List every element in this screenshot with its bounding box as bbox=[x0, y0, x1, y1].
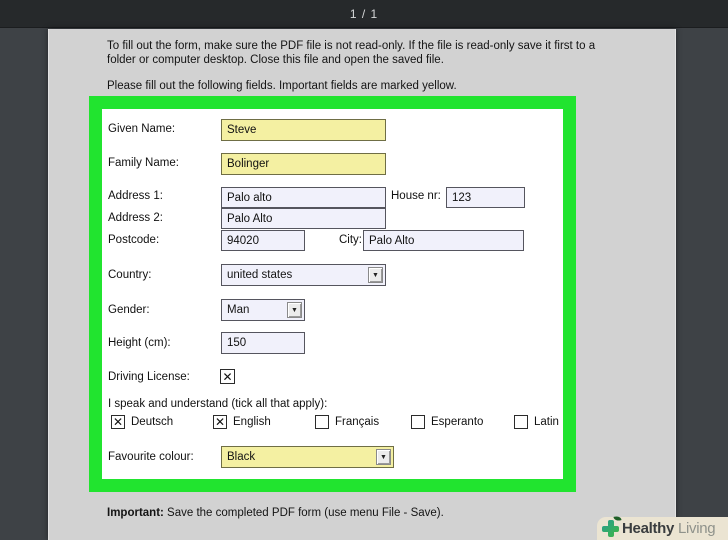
language-checkbox-english[interactable] bbox=[213, 415, 227, 429]
language-item-esperanto: Esperanto bbox=[411, 415, 483, 429]
city-input[interactable] bbox=[363, 230, 524, 251]
language-item-latin: Latin bbox=[514, 415, 559, 429]
language-label-latin: Latin bbox=[534, 416, 559, 428]
height-label: Height (cm): bbox=[108, 337, 171, 349]
country-label: Country: bbox=[108, 269, 152, 281]
driving-license-checkbox[interactable] bbox=[220, 369, 235, 384]
language-checkbox-deutsch[interactable] bbox=[111, 415, 125, 429]
favourite-colour-select[interactable]: Black ▼ bbox=[221, 446, 394, 468]
favourite-colour-label: Favourite colour: bbox=[108, 451, 194, 463]
country-select[interactable]: united states ▼ bbox=[221, 264, 386, 286]
pdf-viewer-toolbar: 1 / 1 bbox=[0, 0, 728, 28]
languages-prompt: I speak and understand (tick all that ap… bbox=[108, 398, 328, 410]
country-selected-value: united states bbox=[227, 269, 293, 281]
language-label-esperanto: Esperanto bbox=[431, 416, 484, 428]
page-indicator: 1 / 1 bbox=[349, 6, 379, 21]
form-area: Given Name: Family Name: Address 1: Hous… bbox=[102, 109, 563, 479]
gender-select[interactable]: Man ▼ bbox=[221, 299, 305, 321]
intro-paragraph: To fill out the form, make sure the PDF … bbox=[107, 40, 596, 66]
logo-text-bold: Healthy bbox=[622, 520, 675, 537]
pdf-page: To fill out the form, make sure the PDF … bbox=[48, 29, 676, 540]
highlight-box: Given Name: Family Name: Address 1: Hous… bbox=[89, 96, 576, 492]
chevron-down-icon[interactable]: ▼ bbox=[376, 449, 391, 465]
logo-text-light: Living bbox=[674, 520, 716, 537]
family-name-input[interactable] bbox=[221, 153, 386, 175]
language-label-francais: Français bbox=[335, 416, 380, 428]
language-item-english: English bbox=[213, 415, 271, 429]
given-name-input[interactable] bbox=[221, 119, 386, 141]
language-checkbox-francais[interactable] bbox=[315, 415, 329, 429]
given-name-label: Given Name: bbox=[108, 123, 176, 135]
driving-license-label: Driving License: bbox=[108, 371, 190, 383]
height-input[interactable] bbox=[221, 332, 305, 354]
language-checkbox-esperanto[interactable] bbox=[411, 415, 425, 429]
language-label-deutsch: Deutsch bbox=[131, 416, 174, 428]
family-name-label: Family Name: bbox=[108, 157, 179, 169]
language-item-francais: Français bbox=[315, 415, 379, 429]
logo-text: Healthy Living bbox=[622, 520, 716, 537]
house-nr-input[interactable] bbox=[446, 187, 525, 208]
language-checkbox-latin[interactable] bbox=[514, 415, 528, 429]
healthy-living-watermark: Healthy Living bbox=[597, 515, 728, 540]
postcode-label: Postcode: bbox=[108, 234, 160, 246]
address1-label: Address 1: bbox=[108, 190, 163, 202]
gender-selected-value: Man bbox=[227, 304, 250, 316]
gender-label: Gender: bbox=[108, 304, 150, 316]
city-label: City: bbox=[339, 234, 362, 246]
chevron-down-icon[interactable]: ▼ bbox=[368, 267, 383, 283]
language-item-deutsch: Deutsch bbox=[111, 415, 173, 429]
address2-input[interactable] bbox=[221, 208, 386, 229]
chevron-down-icon[interactable]: ▼ bbox=[287, 302, 302, 318]
house-nr-label: House nr: bbox=[391, 190, 441, 202]
save-instruction: Important: Save the completed PDF form (… bbox=[107, 507, 621, 519]
save-instruction-text: Save the completed PDF form (use menu Fi… bbox=[163, 507, 444, 519]
save-instruction-emphasis: Important: bbox=[107, 507, 164, 519]
language-label-english: English bbox=[233, 416, 271, 428]
address1-input[interactable] bbox=[221, 187, 386, 208]
green-cross-icon bbox=[602, 515, 622, 537]
postcode-input[interactable] bbox=[221, 230, 305, 251]
instructions-paragraph: Please fill out the following fields. Im… bbox=[107, 80, 457, 92]
favourite-colour-selected-value: Black bbox=[227, 451, 256, 463]
address2-label: Address 2: bbox=[108, 212, 163, 224]
